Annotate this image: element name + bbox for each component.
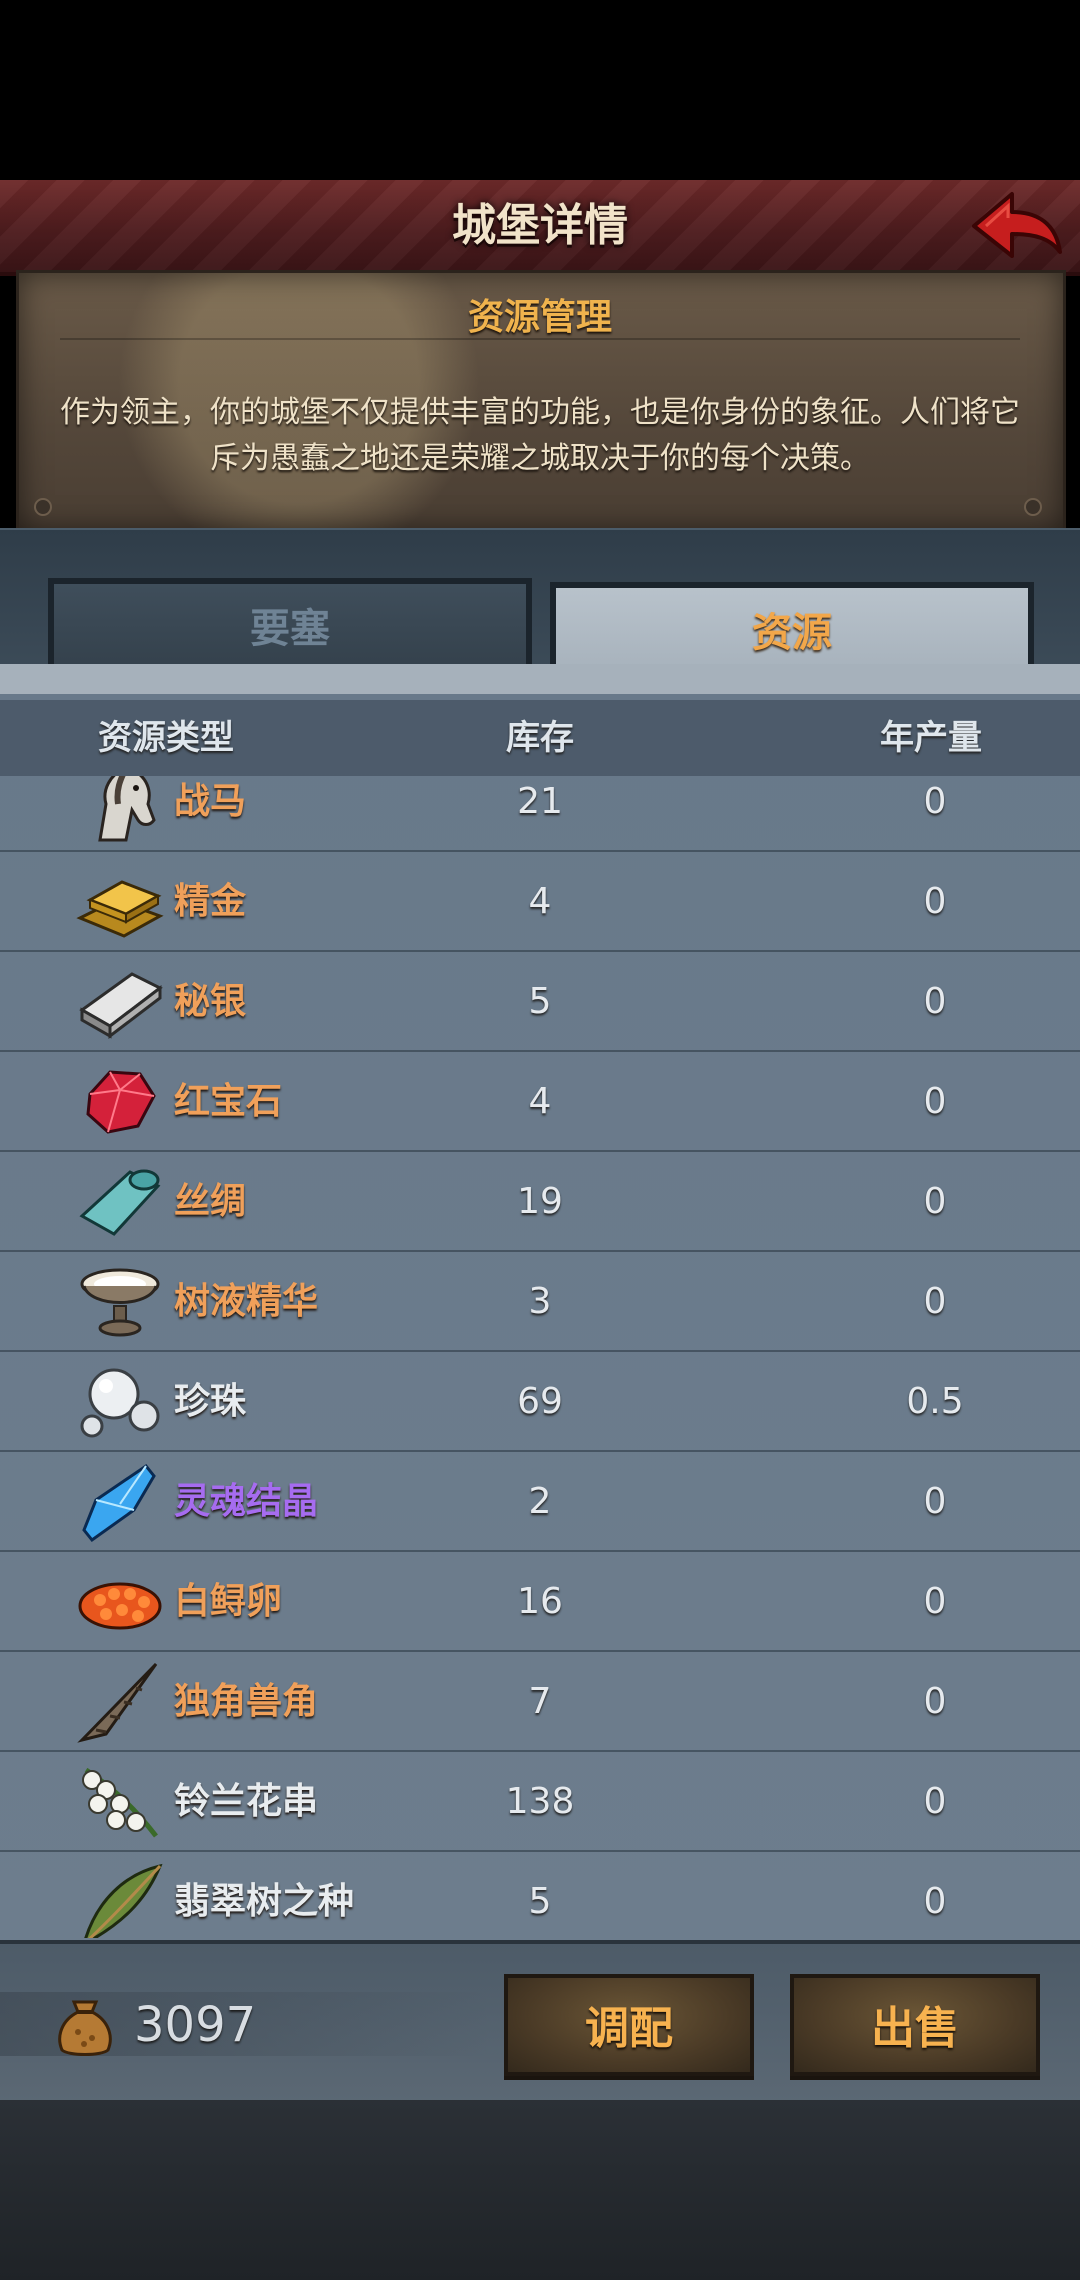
resource-name: 珍珠 — [174, 1381, 247, 1422]
resource-stock: 4 — [528, 1081, 552, 1122]
table-row[interactable]: 秘银 5 0 — [0, 950, 1080, 1052]
ruby-icon — [86, 1070, 156, 1134]
table-row[interactable]: 白鲟卵 16 0 — [0, 1550, 1080, 1652]
rivet-decoration — [1024, 498, 1042, 516]
resource-yearly: 0 — [923, 1181, 947, 1222]
resource-name: 铃兰花串 — [174, 1781, 319, 1822]
resource-stock: 138 — [505, 1781, 575, 1822]
lily-of-the-valley-icon — [82, 1767, 158, 1838]
caviar-icon — [78, 1582, 162, 1630]
resource-yearly: 0 — [923, 981, 947, 1022]
money-bag-icon — [58, 2000, 112, 2056]
table-row[interactable]: 丝绸 19 0 — [0, 1150, 1080, 1252]
allocate-button[interactable]: 调配 — [504, 1974, 754, 2076]
table-row[interactable]: 独角兽角 7 0 — [0, 1650, 1080, 1752]
emerald-seed-icon — [84, 1863, 163, 1938]
resource-yearly: 0 — [923, 1081, 947, 1122]
resource-name: 翡翠树之种 — [174, 1881, 355, 1922]
silver-bar-icon — [79, 972, 163, 1040]
resource-name: 精金 — [174, 881, 247, 922]
resource-yearly: 0 — [923, 1281, 947, 1322]
resource-stock: 4 — [528, 881, 552, 922]
table-row[interactable]: 红宝石 4 0 — [0, 1050, 1080, 1152]
table-row[interactable]: 树液精华 3 0 — [0, 1250, 1080, 1352]
resource-yearly: 0 — [923, 881, 947, 922]
pearl-icon — [80, 1368, 160, 1438]
tab-resources[interactable]: 资源 — [550, 582, 1034, 672]
back-button[interactable] — [968, 186, 1064, 264]
resource-list[interactable]: 战马 21 0 精金 4 0 秘银 5 0 红宝石 4 0 丝绸 19 0 树液… — [0, 776, 1080, 1938]
intro-description: 作为领主，你的城堡不仅提供丰富的功能，也是你身份的象征。人们将它斥为愚蠢之地还是… — [60, 395, 1020, 476]
tab-underline — [0, 664, 1080, 694]
horse-icon — [98, 776, 156, 842]
silk-icon — [79, 1169, 161, 1236]
table-row[interactable]: 珍珠 69 0.5 — [0, 1350, 1080, 1452]
gold-bar-icon — [76, 880, 164, 938]
resource-name: 丝绸 — [174, 1181, 247, 1222]
resource-yearly: 0 — [923, 1881, 947, 1922]
intro-title: 资源管理 — [467, 297, 612, 338]
unicorn-horn-icon — [77, 1662, 158, 1743]
resource-yearly: 0 — [923, 1781, 947, 1822]
resource-name: 红宝石 — [174, 1081, 283, 1122]
column-header-yearly: 年产量 — [880, 718, 982, 758]
resource-name: 白鲟卵 — [174, 1581, 283, 1622]
sell-button[interactable]: 出售 — [790, 1974, 1040, 2076]
gold-amount: 3097 — [134, 1997, 257, 2053]
table-row[interactable]: 翡翠树之种 5 0 — [0, 1850, 1080, 1938]
resource-name: 秘银 — [174, 981, 247, 1022]
table-row[interactable]: 战马 21 0 — [0, 776, 1080, 852]
resource-yearly: 0.5 — [906, 1381, 964, 1422]
table-row[interactable]: 灵魂结晶 2 0 — [0, 1450, 1080, 1552]
resource-stock: 19 — [517, 1181, 563, 1222]
resource-stock: 5 — [528, 1881, 552, 1922]
sap-bowl-icon — [80, 1268, 160, 1337]
resource-stock: 69 — [517, 1381, 563, 1422]
resource-name: 独角兽角 — [174, 1681, 319, 1722]
table-row[interactable]: 精金 4 0 — [0, 850, 1080, 952]
resource-yearly: 0 — [923, 1681, 947, 1722]
table-row[interactable]: 铃兰花串 138 0 — [0, 1750, 1080, 1852]
resource-name: 战马 — [174, 781, 247, 822]
resource-stock: 7 — [528, 1681, 552, 1722]
bottom-area — [0, 2100, 1080, 2280]
resource-yearly: 0 — [923, 1481, 947, 1522]
resource-stock: 21 — [517, 781, 563, 822]
resource-stock: 2 — [528, 1481, 552, 1522]
back-arrow-icon — [972, 192, 1062, 258]
resource-stock: 16 — [517, 1581, 563, 1622]
resource-yearly: 0 — [923, 781, 947, 822]
rivet-decoration — [34, 498, 52, 516]
resource-yearly: 0 — [923, 1581, 947, 1622]
divider — [60, 338, 1020, 340]
header-bar: 城堡详情 — [0, 180, 1080, 276]
resource-name: 灵魂结晶 — [174, 1481, 319, 1522]
resource-name: 树液精华 — [174, 1281, 319, 1322]
tab-fortress[interactable]: 要塞 — [48, 578, 532, 668]
page-title: 城堡详情 — [452, 200, 628, 251]
resource-stock: 3 — [528, 1281, 552, 1322]
soul-crystal-icon — [82, 1463, 156, 1543]
status-bar-area — [0, 0, 1080, 180]
resource-stock: 5 — [528, 981, 552, 1022]
